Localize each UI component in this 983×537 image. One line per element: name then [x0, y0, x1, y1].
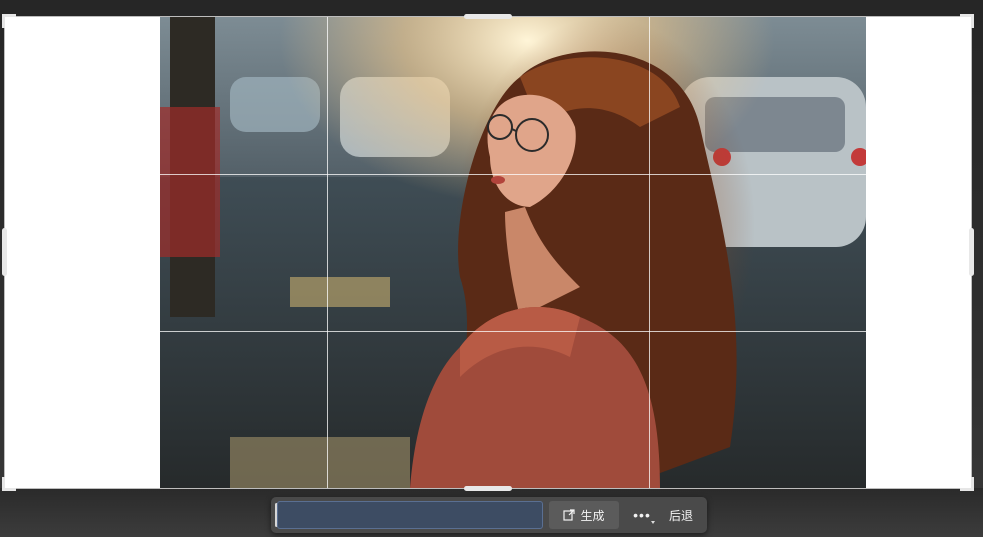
photo-illustration [160, 17, 866, 488]
prompt-input[interactable] [277, 501, 543, 529]
crop-handle-bottom[interactable] [464, 486, 512, 491]
crop-handle-left[interactable] [2, 228, 7, 276]
crop-handle-bottom-left[interactable] [2, 477, 16, 491]
generate-label: 生成 [580, 508, 605, 523]
generate-button[interactable]: 生成 [549, 501, 619, 529]
grid-line-vertical-2 [649, 17, 650, 488]
portrait-photo [160, 17, 866, 488]
workspace: 生成 ••• 后退 [0, 0, 983, 537]
chevron-down-icon [651, 521, 655, 524]
grid-line-horizontal-2 [5, 331, 971, 332]
grid-line-vertical-1 [327, 17, 328, 488]
more-icon: ••• [633, 507, 651, 523]
more-options-button[interactable]: ••• [627, 501, 657, 529]
crop-handle-top-right[interactable] [960, 14, 974, 28]
back-button[interactable]: 后退 [661, 501, 701, 529]
grid-line-horizontal-1 [5, 174, 971, 175]
back-label: 后退 [668, 508, 693, 523]
crop-handle-bottom-right[interactable] [960, 477, 974, 491]
crop-handle-top[interactable] [464, 14, 512, 19]
crop-handle-right[interactable] [969, 228, 974, 276]
contextual-task-bar: 生成 ••• 后退 [271, 497, 707, 533]
crop-handle-top-left[interactable] [2, 14, 16, 28]
generate-icon [563, 509, 576, 521]
canvas[interactable] [2, 14, 974, 491]
